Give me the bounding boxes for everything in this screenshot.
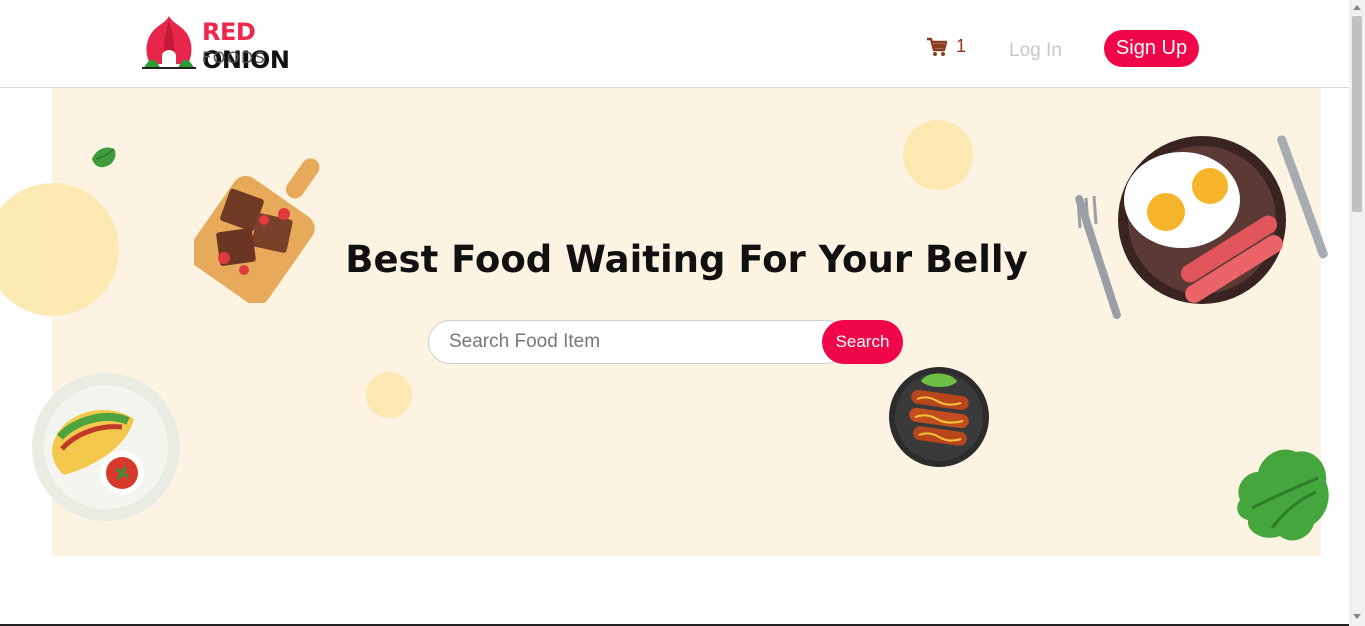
login-link[interactable]: Log In bbox=[1009, 40, 1062, 62]
cart-icon bbox=[927, 37, 948, 56]
onion-logo-icon bbox=[142, 16, 196, 69]
cart-count: 1 bbox=[956, 36, 967, 56]
search-button[interactable]: Search bbox=[822, 320, 903, 364]
sausage-plate-image bbox=[889, 367, 989, 467]
leaf-icon bbox=[92, 147, 116, 168]
site-header: RED ONION FOODS 1 Log In Sign Up bbox=[0, 0, 1349, 88]
taco-plate-image bbox=[32, 373, 180, 521]
brand-logo[interactable]: RED ONION FOODS bbox=[140, 12, 350, 74]
brand-subtitle: FOODS bbox=[202, 48, 267, 67]
lettuce-image bbox=[1237, 449, 1329, 541]
decor-circle bbox=[366, 372, 412, 418]
scrollbar-thumb[interactable] bbox=[1352, 16, 1362, 212]
cart-button[interactable]: 1 bbox=[926, 36, 966, 57]
signup-button[interactable]: Sign Up bbox=[1104, 30, 1199, 67]
vertical-scrollbar[interactable] bbox=[1349, 0, 1365, 626]
breakfast-plate-image bbox=[1075, 135, 1328, 320]
search-bar: Search bbox=[428, 320, 903, 364]
scroll-up-arrow-icon[interactable] bbox=[1353, 5, 1361, 10]
hero-banner: Best Food Waiting For Your Belly Search bbox=[0, 88, 1329, 556]
search-input[interactable] bbox=[428, 320, 848, 364]
scroll-down-arrow-icon[interactable] bbox=[1353, 614, 1361, 619]
decor-circle bbox=[903, 120, 973, 190]
